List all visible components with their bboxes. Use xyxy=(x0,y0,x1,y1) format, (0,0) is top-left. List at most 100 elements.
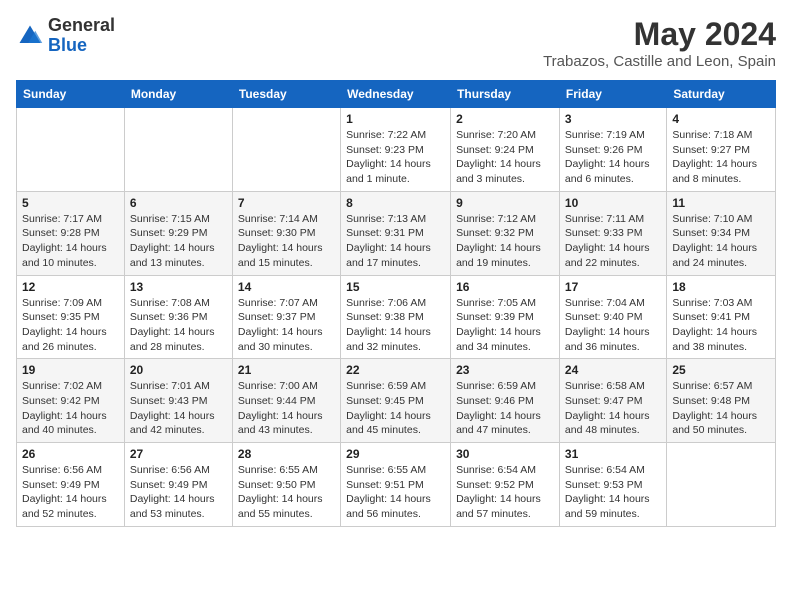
day-info: Sunrise: 7:13 AM Sunset: 9:31 PM Dayligh… xyxy=(346,212,445,271)
calendar-cell: 26 Sunrise: 6:56 AM Sunset: 9:49 PM Dayli… xyxy=(17,443,125,527)
calendar-cell: 20 Sunrise: 7:01 AM Sunset: 9:43 PM Dayli… xyxy=(124,359,232,443)
calendar-cell: 5 Sunrise: 7:17 AM Sunset: 9:28 PM Daylig… xyxy=(17,191,125,275)
weekday-header-sunday: Sunday xyxy=(17,81,125,108)
day-number: 14 xyxy=(238,280,335,294)
day-info: Sunrise: 7:14 AM Sunset: 9:30 PM Dayligh… xyxy=(238,212,335,271)
day-info: Sunrise: 7:17 AM Sunset: 9:28 PM Dayligh… xyxy=(22,212,119,271)
day-number: 24 xyxy=(565,363,661,377)
calendar-cell: 30 Sunrise: 6:54 AM Sunset: 9:52 PM Dayli… xyxy=(451,443,560,527)
day-number: 10 xyxy=(565,196,661,210)
day-info: Sunrise: 7:04 AM Sunset: 9:40 PM Dayligh… xyxy=(565,296,661,355)
day-info: Sunrise: 7:11 AM Sunset: 9:33 PM Dayligh… xyxy=(565,212,661,271)
logo-general-text: General xyxy=(48,15,115,35)
calendar-cell: 7Sunrise: 7:14 AM Sunset: 9:30 PM Daylig… xyxy=(232,191,340,275)
day-number: 20 xyxy=(130,363,227,377)
day-number: 18 xyxy=(672,280,770,294)
calendar-cell: 16 Sunrise: 7:05 AM Sunset: 9:39 PM Dayli… xyxy=(451,275,560,359)
calendar-cell: 15Sunrise: 7:06 AM Sunset: 9:38 PM Dayli… xyxy=(341,275,451,359)
day-info: Sunrise: 7:22 AM Sunset: 9:23 PM Dayligh… xyxy=(346,128,445,187)
calendar-cell: 24 Sunrise: 6:58 AM Sunset: 9:47 PM Dayli… xyxy=(559,359,666,443)
day-number: 8 xyxy=(346,196,445,210)
calendar-cell: 27 Sunrise: 6:56 AM Sunset: 9:49 PM Dayli… xyxy=(124,443,232,527)
calendar-cell: 14 Sunrise: 7:07 AM Sunset: 9:37 PM Dayli… xyxy=(232,275,340,359)
day-number: 5 xyxy=(22,196,119,210)
week-row-4: 19 Sunrise: 7:02 AM Sunset: 9:42 PM Dayli… xyxy=(17,359,776,443)
day-number: 2 xyxy=(456,112,554,126)
logo-icon xyxy=(16,22,44,50)
day-number: 19 xyxy=(22,363,119,377)
day-number: 22 xyxy=(346,363,445,377)
weekday-header-tuesday: Tuesday xyxy=(232,81,340,108)
day-info: Sunrise: 7:08 AM Sunset: 9:36 PM Dayligh… xyxy=(130,296,227,355)
day-info: Sunrise: 7:20 AM Sunset: 9:24 PM Dayligh… xyxy=(456,128,554,187)
day-number: 16 xyxy=(456,280,554,294)
day-info: Sunrise: 7:00 AM Sunset: 9:44 PM Dayligh… xyxy=(238,379,335,438)
calendar-cell: 19 Sunrise: 7:02 AM Sunset: 9:42 PM Dayli… xyxy=(17,359,125,443)
calendar-cell: 3 Sunrise: 7:19 AM Sunset: 9:26 PM Daylig… xyxy=(559,108,666,192)
day-number: 3 xyxy=(565,112,661,126)
calendar-cell: 13 Sunrise: 7:08 AM Sunset: 9:36 PM Dayli… xyxy=(124,275,232,359)
calendar-cell: 11Sunrise: 7:10 AM Sunset: 9:34 PM Dayli… xyxy=(667,191,776,275)
day-number: 6 xyxy=(130,196,227,210)
calendar-cell xyxy=(667,443,776,527)
weekday-row: SundayMondayTuesdayWednesdayThursdayFrid… xyxy=(17,81,776,108)
calendar-cell: 8 Sunrise: 7:13 AM Sunset: 9:31 PM Daylig… xyxy=(341,191,451,275)
day-info: Sunrise: 7:01 AM Sunset: 9:43 PM Dayligh… xyxy=(130,379,227,438)
day-info: Sunrise: 7:02 AM Sunset: 9:42 PM Dayligh… xyxy=(22,379,119,438)
day-info: Sunrise: 7:09 AM Sunset: 9:35 PM Dayligh… xyxy=(22,296,119,355)
calendar-cell: 6Sunrise: 7:15 AM Sunset: 9:29 PM Daylig… xyxy=(124,191,232,275)
day-info: Sunrise: 6:54 AM Sunset: 9:53 PM Dayligh… xyxy=(565,463,661,522)
calendar-cell: 25Sunrise: 6:57 AM Sunset: 9:48 PM Dayli… xyxy=(667,359,776,443)
week-row-5: 26 Sunrise: 6:56 AM Sunset: 9:49 PM Dayli… xyxy=(17,443,776,527)
calendar-table: SundayMondayTuesdayWednesdayThursdayFrid… xyxy=(16,80,776,527)
calendar-cell: 17 Sunrise: 7:04 AM Sunset: 9:40 PM Dayli… xyxy=(559,275,666,359)
day-info: Sunrise: 6:56 AM Sunset: 9:49 PM Dayligh… xyxy=(22,463,119,522)
week-row-2: 5 Sunrise: 7:17 AM Sunset: 9:28 PM Daylig… xyxy=(17,191,776,275)
day-number: 11 xyxy=(672,196,770,210)
weekday-header-wednesday: Wednesday xyxy=(341,81,451,108)
day-info: Sunrise: 7:12 AM Sunset: 9:32 PM Dayligh… xyxy=(456,212,554,271)
day-number: 27 xyxy=(130,447,227,461)
day-number: 28 xyxy=(238,447,335,461)
calendar-cell: 2 Sunrise: 7:20 AM Sunset: 9:24 PM Daylig… xyxy=(451,108,560,192)
title-block: May 2024 Trabazos, Castille and Leon, Sp… xyxy=(543,16,776,70)
day-number: 13 xyxy=(130,280,227,294)
day-info: Sunrise: 7:03 AM Sunset: 9:41 PM Dayligh… xyxy=(672,296,770,355)
day-info: Sunrise: 6:59 AM Sunset: 9:46 PM Dayligh… xyxy=(456,379,554,438)
calendar-cell: 9Sunrise: 7:12 AM Sunset: 9:32 PM Daylig… xyxy=(451,191,560,275)
day-info: Sunrise: 6:58 AM Sunset: 9:47 PM Dayligh… xyxy=(565,379,661,438)
day-info: Sunrise: 7:05 AM Sunset: 9:39 PM Dayligh… xyxy=(456,296,554,355)
day-info: Sunrise: 6:56 AM Sunset: 9:49 PM Dayligh… xyxy=(130,463,227,522)
logo: General Blue xyxy=(16,16,115,56)
calendar-cell: 31 Sunrise: 6:54 AM Sunset: 9:53 PM Dayli… xyxy=(559,443,666,527)
day-info: Sunrise: 7:19 AM Sunset: 9:26 PM Dayligh… xyxy=(565,128,661,187)
day-info: Sunrise: 6:57 AM Sunset: 9:48 PM Dayligh… xyxy=(672,379,770,438)
calendar-cell: 1Sunrise: 7:22 AM Sunset: 9:23 PM Daylig… xyxy=(341,108,451,192)
day-number: 23 xyxy=(456,363,554,377)
day-info: Sunrise: 7:07 AM Sunset: 9:37 PM Dayligh… xyxy=(238,296,335,355)
day-info: Sunrise: 6:55 AM Sunset: 9:50 PM Dayligh… xyxy=(238,463,335,522)
day-number: 4 xyxy=(672,112,770,126)
week-row-1: 1Sunrise: 7:22 AM Sunset: 9:23 PM Daylig… xyxy=(17,108,776,192)
day-number: 31 xyxy=(565,447,661,461)
week-row-3: 12Sunrise: 7:09 AM Sunset: 9:35 PM Dayli… xyxy=(17,275,776,359)
day-info: Sunrise: 6:54 AM Sunset: 9:52 PM Dayligh… xyxy=(456,463,554,522)
calendar-cell: 28 Sunrise: 6:55 AM Sunset: 9:50 PM Dayli… xyxy=(232,443,340,527)
calendar-cell: 22 Sunrise: 6:59 AM Sunset: 9:45 PM Dayli… xyxy=(341,359,451,443)
calendar-cell: 4 Sunrise: 7:18 AM Sunset: 9:27 PM Daylig… xyxy=(667,108,776,192)
weekday-header-thursday: Thursday xyxy=(451,81,560,108)
day-number: 26 xyxy=(22,447,119,461)
calendar-cell: 12Sunrise: 7:09 AM Sunset: 9:35 PM Dayli… xyxy=(17,275,125,359)
weekday-header-saturday: Saturday xyxy=(667,81,776,108)
day-info: Sunrise: 6:59 AM Sunset: 9:45 PM Dayligh… xyxy=(346,379,445,438)
calendar-cell: 29Sunrise: 6:55 AM Sunset: 9:51 PM Dayli… xyxy=(341,443,451,527)
weekday-header-monday: Monday xyxy=(124,81,232,108)
page-header: General Blue May 2024 Trabazos, Castille… xyxy=(16,16,776,70)
day-number: 17 xyxy=(565,280,661,294)
calendar-cell xyxy=(124,108,232,192)
calendar-header: SundayMondayTuesdayWednesdayThursdayFrid… xyxy=(17,81,776,108)
day-info: Sunrise: 7:18 AM Sunset: 9:27 PM Dayligh… xyxy=(672,128,770,187)
day-number: 15 xyxy=(346,280,445,294)
calendar-cell: 23 Sunrise: 6:59 AM Sunset: 9:46 PM Dayli… xyxy=(451,359,560,443)
day-number: 30 xyxy=(456,447,554,461)
